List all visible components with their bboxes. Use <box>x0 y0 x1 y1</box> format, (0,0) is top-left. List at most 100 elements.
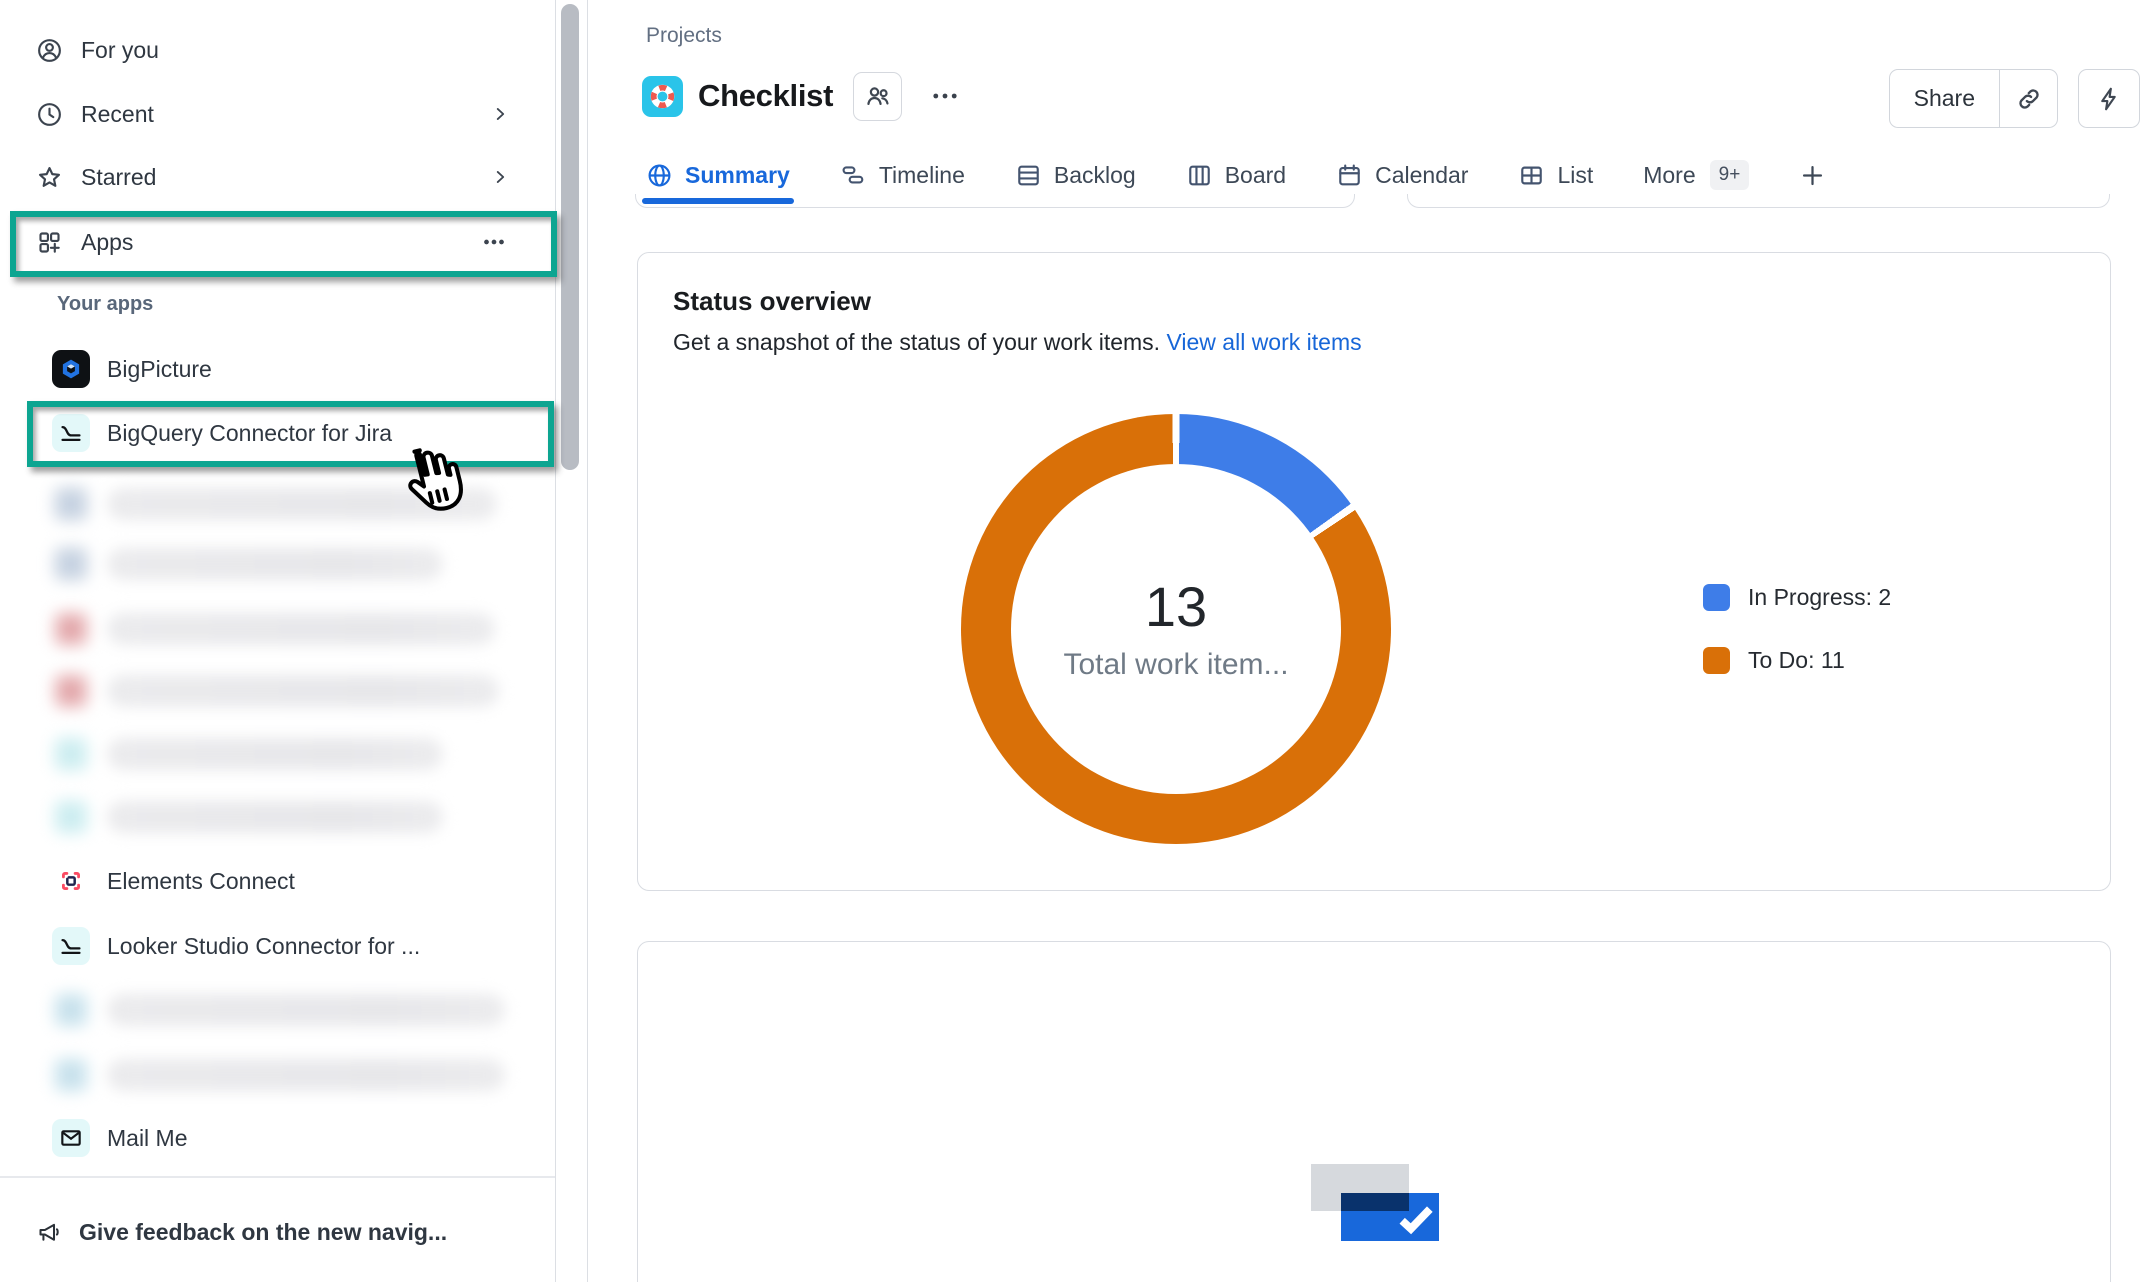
project-members-button[interactable] <box>853 72 902 121</box>
tab-label: Board <box>1225 162 1286 189</box>
redacted-app-icon <box>52 672 90 710</box>
donut-center: 13 Total work item... <box>1011 464 1341 794</box>
redacted-app-row[interactable] <box>30 538 554 590</box>
tab-label: List <box>1557 162 1593 189</box>
redacted-app-label <box>107 613 495 645</box>
bigpicture-app-icon <box>52 350 90 388</box>
sidebar: For you Recent Starred Apps <box>0 0 588 1282</box>
apps-grid-icon <box>36 229 63 256</box>
sidebar-scrollbar-thumb[interactable] <box>561 4 579 470</box>
tab-summary[interactable]: Summary <box>646 146 790 204</box>
main-content: Projects Checklist S <box>588 0 2156 1282</box>
redacted-app-icon <box>52 991 90 1029</box>
megaphone-icon <box>36 1219 63 1246</box>
chart-legend: In Progress: 2 To Do: 11 <box>1703 584 1891 674</box>
redacted-app-row[interactable] <box>30 728 554 780</box>
board-icon <box>1186 162 1213 189</box>
more-options-icon[interactable] <box>479 227 509 257</box>
app-label: Looker Studio Connector for ... <box>107 933 420 960</box>
legend-label: In Progress: 2 <box>1748 584 1891 611</box>
redacted-app-label <box>107 801 443 833</box>
looker-connector-app-icon <box>52 927 90 965</box>
automation-button[interactable] <box>2078 69 2140 128</box>
total-work-items-value: 13 <box>1145 576 1207 638</box>
timeline-icon <box>840 162 867 189</box>
tab-timeline[interactable]: Timeline <box>840 146 965 204</box>
sidebar-app-elements-connect[interactable]: Elements Connect <box>30 855 554 907</box>
page-title: Checklist <box>698 78 833 114</box>
your-apps-heading: Your apps <box>57 293 153 316</box>
next-widget-card <box>637 941 2111 1282</box>
sidebar-item-starred[interactable]: Starred <box>0 153 553 201</box>
globe-icon <box>646 162 673 189</box>
total-work-items-label: Total work item... <box>1063 648 1288 682</box>
status-donut-chart[interactable]: 13 Total work item... <box>961 414 1391 844</box>
tab-label: Timeline <box>879 162 965 189</box>
lightning-icon <box>2095 85 2123 113</box>
redacted-app-label <box>107 738 443 770</box>
tab-more[interactable]: More 9+ <box>1643 146 1749 204</box>
app-label: Elements Connect <box>107 868 295 895</box>
subtitle-text: Get a snapshot of the status of your wor… <box>673 329 1160 355</box>
redacted-app-row[interactable] <box>30 665 554 717</box>
chevron-right-icon <box>489 103 511 125</box>
status-overview-title: Status overview <box>673 286 871 317</box>
view-all-work-items-link[interactable]: View all work items <box>1166 329 1361 355</box>
link-icon <box>2015 85 2043 113</box>
sidebar-item-for-you[interactable]: For you <box>0 26 553 74</box>
sidebar-divider <box>0 1176 555 1178</box>
tab-board[interactable]: Board <box>1186 146 1286 204</box>
list-icon <box>1518 162 1545 189</box>
status-overview-card: Status overview Get a snapshot of the st… <box>637 252 2111 891</box>
header-actions: Share <box>1889 69 2140 128</box>
redacted-app-icon <box>52 485 90 523</box>
sidebar-app-looker-studio-connector[interactable]: Looker Studio Connector for ... <box>30 920 554 972</box>
copy-link-button[interactable] <box>1999 70 2057 127</box>
calendar-icon <box>1336 162 1363 189</box>
clock-icon <box>36 101 63 128</box>
feedback-label: Give feedback on the new navig... <box>79 1219 447 1246</box>
legend-item-in-progress[interactable]: In Progress: 2 <box>1703 584 1891 611</box>
jira-app-window: For you Recent Starred Apps <box>0 0 2156 1282</box>
legend-swatch-in-progress <box>1703 584 1730 611</box>
sidebar-border <box>555 0 556 1282</box>
tab-label: Summary <box>685 162 790 189</box>
card-illustration <box>1311 1164 1439 1241</box>
star-icon <box>36 164 63 191</box>
sidebar-app-bigquery-connector[interactable]: BigQuery Connector for Jira <box>30 407 554 459</box>
project-tabbar: Summary Timeline Backlog Board <box>646 146 1826 204</box>
redacted-app-label <box>107 994 505 1026</box>
backlog-icon <box>1015 162 1042 189</box>
people-icon <box>864 82 892 110</box>
add-view-button[interactable] <box>1799 146 1826 204</box>
tab-calendar[interactable]: Calendar <box>1336 146 1468 204</box>
more-tabs-count-badge: 9+ <box>1710 160 1750 190</box>
chevron-right-icon <box>489 166 511 188</box>
redacted-app-icon <box>52 735 90 773</box>
sidebar-app-mail-me[interactable]: Mail Me <box>30 1112 554 1164</box>
sidebar-item-label: Apps <box>81 229 133 256</box>
app-label: BigPicture <box>107 356 212 383</box>
project-more-button[interactable] <box>928 79 962 113</box>
give-feedback-button[interactable]: Give feedback on the new navig... <box>0 1204 553 1260</box>
redacted-app-row[interactable] <box>30 603 554 655</box>
redacted-app-row[interactable] <box>30 1049 554 1101</box>
sidebar-app-bigpicture[interactable]: BigPicture <box>30 343 554 395</box>
tab-label: Calendar <box>1375 162 1468 189</box>
sidebar-item-apps[interactable]: Apps <box>0 218 553 266</box>
tab-label: More <box>1643 162 1695 189</box>
legend-item-to-do[interactable]: To Do: 11 <box>1703 647 1891 674</box>
sidebar-item-recent[interactable]: Recent <box>0 90 553 138</box>
redacted-app-row[interactable] <box>30 791 554 843</box>
share-button[interactable]: Share <box>1890 70 1999 127</box>
breadcrumb[interactable]: Projects <box>646 24 722 48</box>
tab-label: Backlog <box>1054 162 1136 189</box>
redacted-app-icon <box>52 545 90 583</box>
tab-list[interactable]: List <box>1518 146 1593 204</box>
redacted-app-label <box>107 675 499 707</box>
redacted-app-row[interactable] <box>30 984 554 1036</box>
project-lifebuoy-icon <box>642 76 683 117</box>
app-label: Mail Me <box>107 1125 188 1152</box>
tab-backlog[interactable]: Backlog <box>1015 146 1136 204</box>
redacted-app-label <box>107 548 443 580</box>
